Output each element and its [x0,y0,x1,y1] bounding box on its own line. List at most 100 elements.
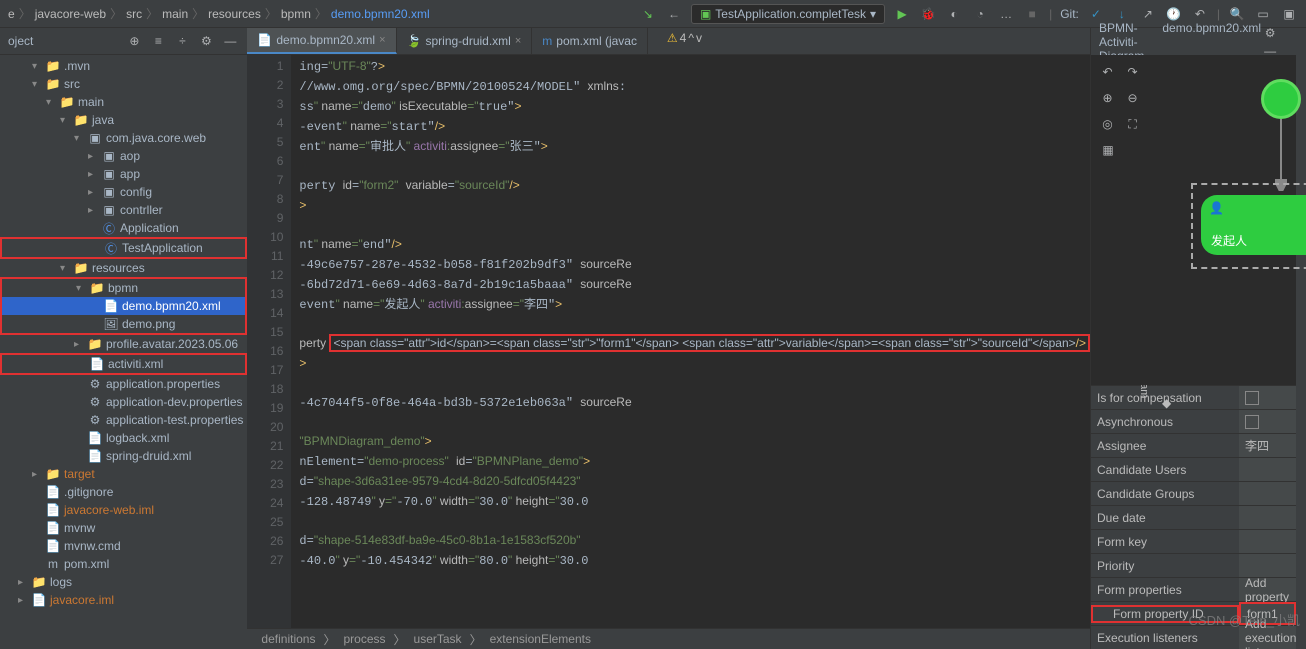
run-config-selector[interactable]: ▣ TestApplication.completTesk ▾ [691,4,885,24]
tree-item[interactable]: ▾📁resources [0,259,247,277]
prop-checkbox[interactable] [1239,386,1296,409]
crumb[interactable]: resources [208,7,261,21]
gear-icon[interactable]: ⚙ [1261,24,1279,42]
tree-item[interactable]: ⚙application-dev.properties [0,393,247,411]
property-row: Candidate Users [1091,458,1296,482]
tree-item[interactable]: mpom.xml [0,555,247,573]
profile-icon[interactable]: ◔ [971,5,989,23]
crumb[interactable]: javacore-web [35,7,106,21]
tab-demo-bpmn[interactable]: 📄 demo.bpmn20.xml × [247,28,396,54]
select-icon[interactable]: ⛶ [1124,115,1141,133]
tab-label: demo.bpmn20.xml [276,33,375,47]
tab-spring-druid[interactable]: 🍃 spring-druid.xml × [397,28,533,54]
hammer-icon[interactable]: ↘ [639,5,657,23]
tree-item[interactable]: 📄.gitignore [0,483,247,501]
coverage-icon[interactable]: ◐ [945,5,963,23]
tree-item[interactable]: 📄demo.bpmn20.xml [0,297,247,315]
git-label: Git: [1060,7,1079,21]
grid-icon[interactable]: ▦ [1099,141,1117,159]
debug-icon[interactable]: 🐞 [919,5,937,23]
crumb[interactable]: userTask [414,632,462,646]
tree-item[interactable]: ⒸApplication [0,219,247,237]
prop-value[interactable] [1239,554,1296,577]
run-icon[interactable]: ▶ [893,5,911,23]
project-tree[interactable]: ▾📁.mvn▾📁src▾📁main▾📁java▾▣com.java.core.w… [0,55,247,649]
code-editor[interactable]: ing="UTF-8"?> //www.omg.org/spec/BPMN/20… [291,55,1090,628]
tree-item[interactable]: ▾📁.mvn [0,57,247,75]
crumb[interactable]: main [162,7,188,21]
settings-icon[interactable]: ▣ [1280,5,1298,23]
tree-item[interactable]: ▸📁profile.avatar.2023.05.06 [0,335,247,353]
tree-item[interactable]: ⒸTestApplication [0,237,247,259]
tree-item[interactable]: ▾📁java [0,111,247,129]
tree-item[interactable]: ▸📁target [0,465,247,483]
tree-item[interactable]: ▸▣app [0,165,247,183]
prop-value[interactable]: Add execution listener [1239,626,1296,649]
crumb-active[interactable]: demo.bpmn20.xml [331,7,430,21]
tree-item[interactable]: 📄mvnw.cmd [0,537,247,555]
crumb[interactable]: definitions [261,632,315,646]
redo-icon[interactable]: ↷ [1124,63,1141,81]
zoom-out-icon[interactable]: ⊖ [1124,89,1141,107]
tree-item[interactable]: 📄mvnw [0,519,247,537]
task-label: 发起人 [1211,232,1247,249]
stop-icon[interactable]: ■ [1023,5,1041,23]
property-row: Form key [1091,530,1296,554]
bpmn-task-selected[interactable]: 👤 发起人 [1201,195,1306,255]
gear-icon[interactable]: ⚙ [197,32,215,50]
tree-item[interactable]: ▸📁logs [0,573,247,591]
tab-label: pom.xml (javac [556,34,637,48]
tree-item[interactable]: ▸📄javacore.iml [0,591,247,609]
diagram-canvas[interactable]: ↶↷ ⊕⊖ ◎⛶ ▦ 👤 发起人 ↗ 🗑 🔧 <XML [1091,55,1296,385]
prop-value[interactable] [1239,506,1296,529]
tree-item[interactable]: 📄activiti.xml [0,353,247,375]
tree-item[interactable]: 🖼demo.png [0,315,247,335]
prop-label: Candidate Groups [1091,487,1239,501]
bpmn-start-event[interactable] [1261,79,1301,119]
breadcrumb: e〉 javacore-web〉 src〉 main〉 resources〉 b… [8,5,430,22]
tree-item[interactable]: ▾▣com.java.core.web [0,129,247,147]
xml-icon: 🍃 [407,34,422,48]
prop-value[interactable]: 李四 [1239,434,1296,457]
crumb[interactable]: extensionElements [490,632,591,646]
tree-item[interactable]: ▸▣contrller [0,201,247,219]
tree-item[interactable]: ▾📁bpmn [0,277,247,297]
hide-icon[interactable]: — [221,32,239,50]
bpmn-icon[interactable]: ◆ [1162,396,1171,410]
warnings-badge[interactable]: ⚠4 ^ v [667,31,702,45]
close-icon[interactable]: × [379,34,385,46]
locate-icon[interactable]: ⊕ [125,32,143,50]
crumb[interactable]: bpmn [281,7,311,21]
gutter[interactable]: 1234567891011121314151617181920212223242… [247,55,291,628]
tree-item[interactable]: 📄spring-druid.xml [0,447,247,465]
tree-item[interactable]: ▸▣config [0,183,247,201]
attach-icon[interactable]: … [997,5,1015,23]
tree-item[interactable]: ⚙application.properties [0,375,247,393]
tree-item[interactable]: ▾📁main [0,93,247,111]
prop-value[interactable] [1239,458,1296,481]
close-icon[interactable]: × [515,35,521,47]
collapse-icon[interactable]: ÷ [173,32,191,50]
prop-value[interactable]: Add property [1239,578,1296,601]
tree-item[interactable]: ⚙application-test.properties [0,411,247,429]
prop-checkbox[interactable] [1239,410,1296,433]
prop-value[interactable] [1239,482,1296,505]
tree-item[interactable]: 📄logback.xml [0,429,247,447]
project-label[interactable]: oject [8,34,33,48]
prop-value[interactable] [1239,530,1296,553]
tab-pom[interactable]: m pom.xml (javac [532,28,648,54]
crumb[interactable]: e [8,7,15,21]
property-row: Priority [1091,554,1296,578]
crumb[interactable]: process [343,632,385,646]
prop-label: Asynchronous [1091,415,1239,429]
tree-item[interactable]: ▾📁src [0,75,247,93]
property-row: Asynchronous [1091,410,1296,434]
tree-item[interactable]: ▸▣aop [0,147,247,165]
fit-icon[interactable]: ◎ [1099,115,1116,133]
tree-item[interactable]: 📄javacore-web.iml [0,501,247,519]
expand-icon[interactable]: ≡ [149,32,167,50]
zoom-in-icon[interactable]: ⊕ [1099,89,1116,107]
undo-icon[interactable]: ↶ [1099,63,1116,81]
crumb[interactable]: src [126,7,142,21]
back-icon[interactable]: ← [665,5,683,23]
